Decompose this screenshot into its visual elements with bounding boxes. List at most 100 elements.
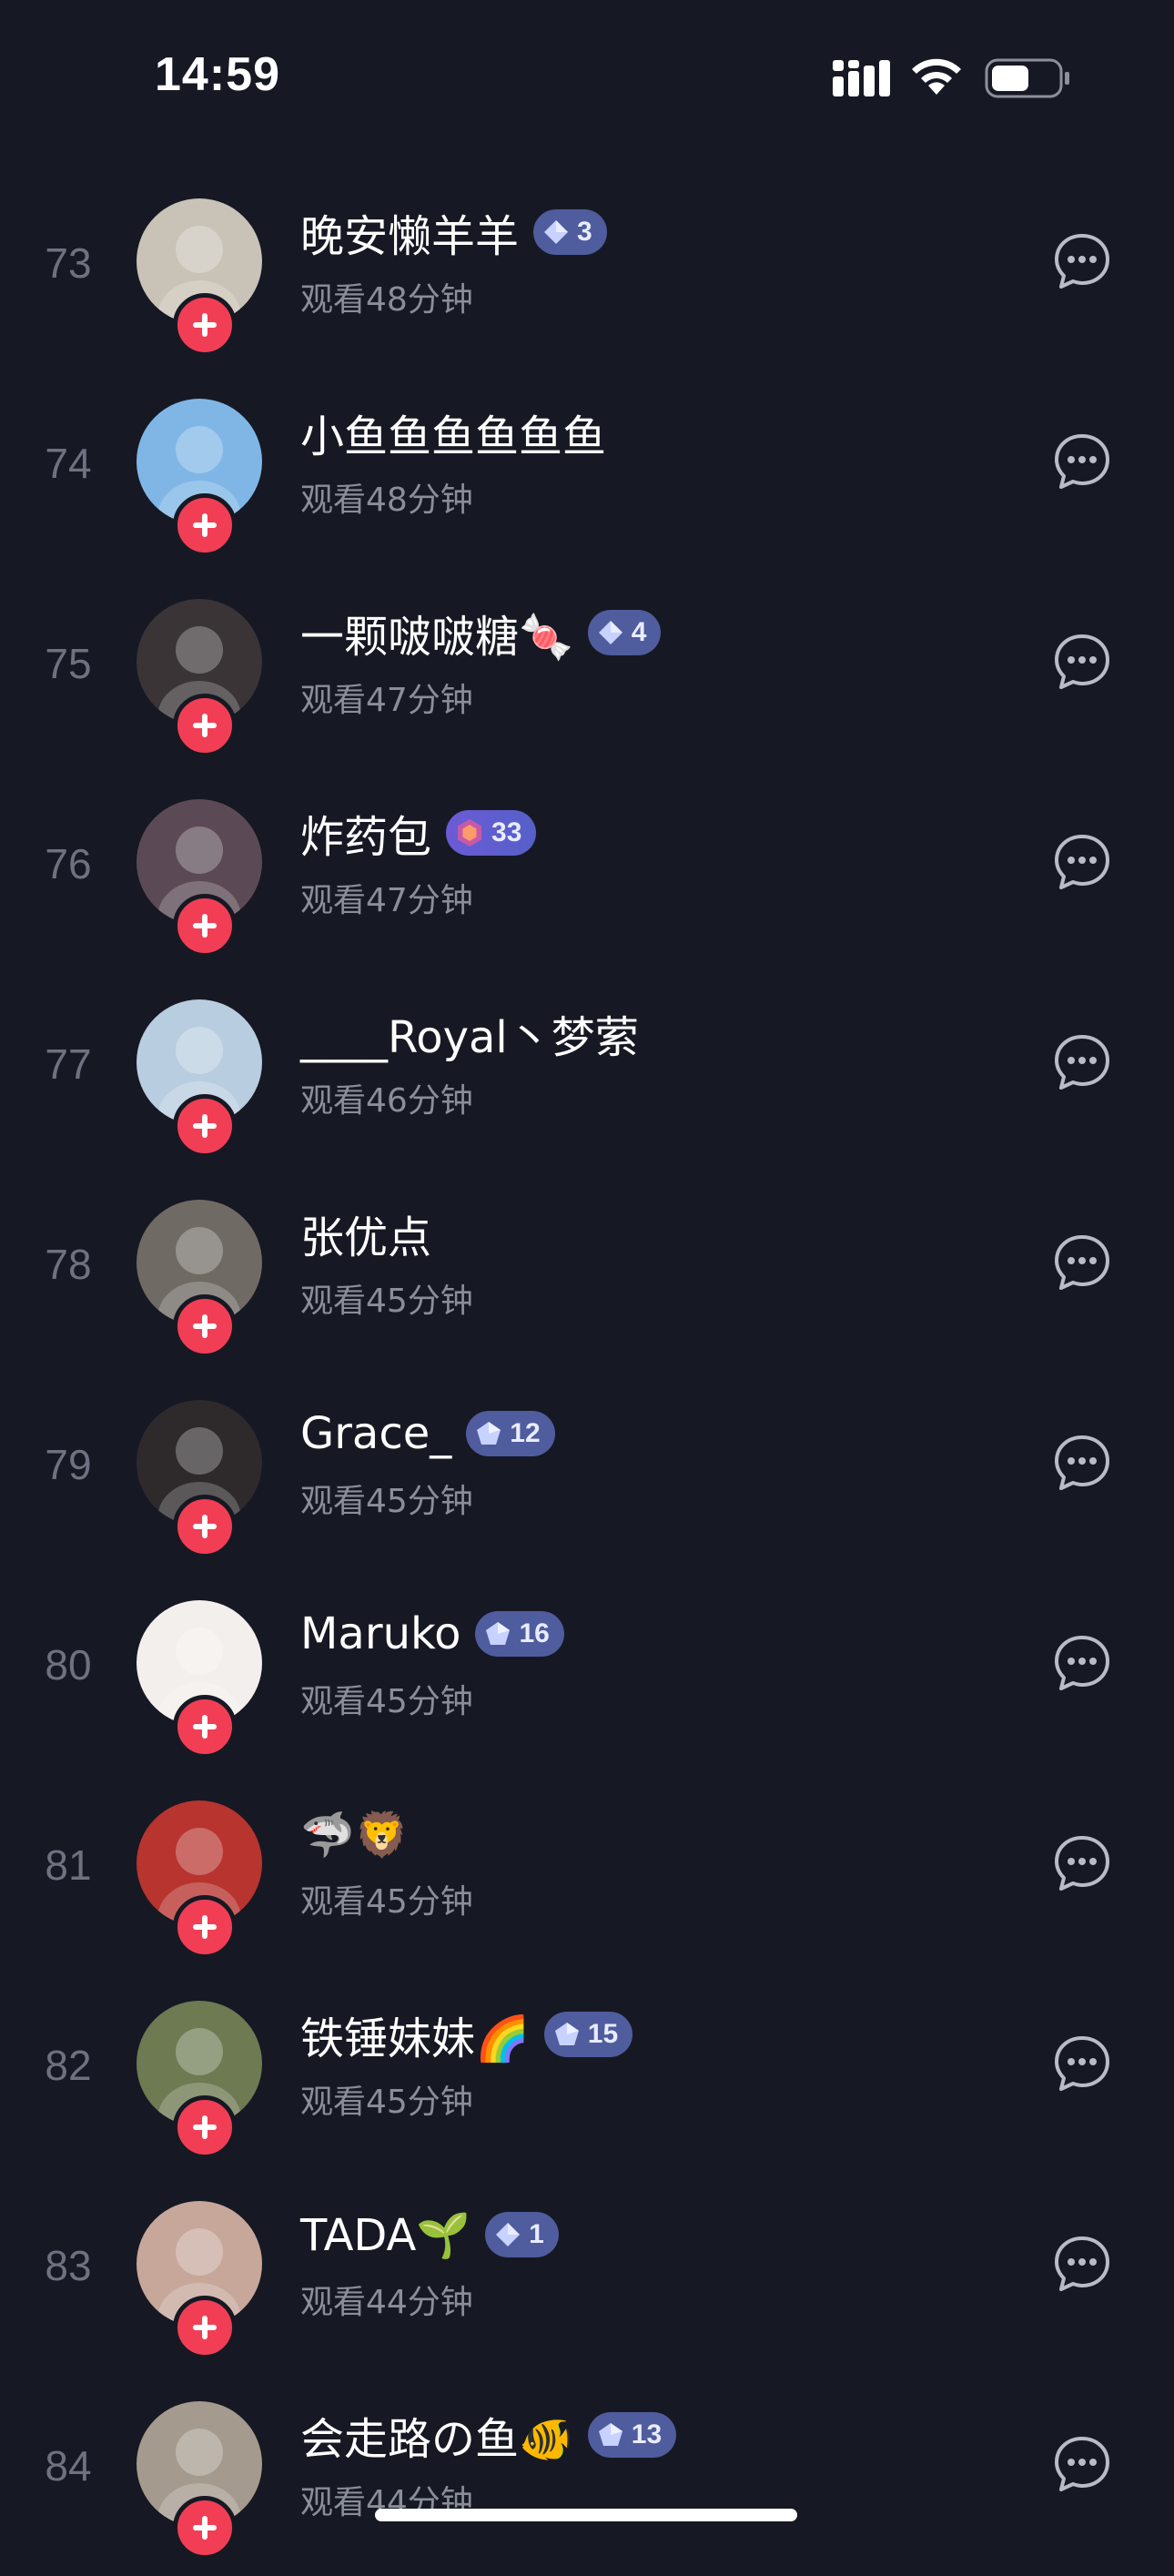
rank-number: 74 <box>45 440 92 487</box>
viewer-row[interactable]: 82 铁锤妹妹🌈 15 观看45分钟 <box>0 1975 1174 2175</box>
message-icon[interactable] <box>1052 1032 1112 1092</box>
status-bar: 14:59 <box>0 0 1174 155</box>
viewer-name[interactable]: Maruko <box>300 1608 460 1659</box>
viewer-name-line: 张优点 <box>300 1202 431 1265</box>
level-badge-number: 16 <box>519 1618 550 1648</box>
rank-number: 82 <box>45 2042 92 2089</box>
viewer-name[interactable]: Grace_ <box>300 1408 451 1459</box>
plus-icon <box>193 1715 217 1739</box>
follow-button[interactable] <box>173 2296 237 2359</box>
watch-duration: 观看48分钟 <box>300 482 473 519</box>
viewer-row[interactable]: 81 🦈🦁 观看45分钟 <box>0 1775 1174 1975</box>
message-icon[interactable] <box>1052 231 1112 291</box>
diamond-badge-icon <box>496 2223 521 2246</box>
viewer-row[interactable]: 84 会走路の鱼🐠 13 观看44分钟 <box>0 2376 1174 2576</box>
viewer-name[interactable]: 小鱼鱼鱼鱼鱼鱼 <box>300 401 606 464</box>
level-badge-number: 12 <box>510 1418 541 1448</box>
plus-icon <box>193 714 217 737</box>
message-icon[interactable] <box>1052 2434 1112 2494</box>
level-badge-number: 33 <box>491 817 522 847</box>
rank-number: 84 <box>45 2442 92 2490</box>
message-icon[interactable] <box>1052 431 1112 492</box>
follow-button[interactable] <box>173 293 237 357</box>
hexagon-badge-icon <box>458 819 482 847</box>
follow-button[interactable] <box>173 1495 237 1558</box>
viewer-row[interactable]: 78 张优点 观看45分钟 <box>0 1174 1174 1374</box>
viewer-name-line: 炸药包 33 <box>300 801 537 865</box>
plus-icon <box>193 2115 217 2139</box>
follow-button[interactable] <box>173 493 237 557</box>
follow-button[interactable] <box>173 1895 237 1959</box>
viewer-name[interactable]: 铁锤妹妹🌈 <box>300 2003 530 2066</box>
viewer-name[interactable]: 一颗啵啵糖🍬 <box>300 601 573 664</box>
viewer-list: 73 晚安懒羊羊 3 观看48分钟 74 小鱼鱼鱼鱼鱼鱼 观看48分钟 75 一… <box>0 173 1174 2576</box>
viewer-name[interactable]: 张优点 <box>300 1202 431 1265</box>
level-badge: 16 <box>475 1611 564 1657</box>
watch-duration: 观看45分钟 <box>300 1283 473 1320</box>
viewer-name[interactable]: 炸药包 <box>300 801 431 865</box>
rank-number: 80 <box>45 1641 92 1689</box>
pentagon-badge-icon <box>486 1622 511 1645</box>
follow-button[interactable] <box>173 2496 237 2560</box>
diamond-badge-icon <box>598 621 622 644</box>
message-icon[interactable] <box>1052 1433 1112 1493</box>
follow-button[interactable] <box>173 694 237 757</box>
viewer-name-line: 会走路の鱼🐠 13 <box>300 2403 677 2467</box>
watch-duration: 观看45分钟 <box>300 2084 473 2121</box>
viewer-row[interactable]: 79 Grace_ 12 观看45分钟 <box>0 1374 1174 1575</box>
pentagon-badge-icon <box>598 2423 622 2446</box>
level-badge: 12 <box>466 1411 555 1456</box>
viewer-name[interactable]: ____Royal丶梦萦 <box>300 1001 639 1065</box>
viewer-row[interactable]: 76 炸药包 33 观看47分钟 <box>0 774 1174 974</box>
watch-duration: 观看45分钟 <box>300 1483 473 1520</box>
rank-number: 75 <box>45 640 92 687</box>
plus-icon <box>193 1915 217 1939</box>
diamond-badge-icon <box>544 220 569 244</box>
follow-button[interactable] <box>173 2095 237 2159</box>
viewer-name[interactable]: 🦈🦁 <box>300 1809 410 1861</box>
message-icon[interactable] <box>1052 2234 1112 2294</box>
message-icon[interactable] <box>1052 1633 1112 1693</box>
viewer-name-line: Grace_ 12 <box>300 1402 555 1465</box>
wifi-icon <box>912 58 961 95</box>
level-badge-number: 15 <box>587 2019 619 2049</box>
follow-button[interactable] <box>173 1294 237 1358</box>
viewer-row[interactable]: 73 晚安懒羊羊 3 观看48分钟 <box>0 173 1174 373</box>
viewer-name-line: Maruko 16 <box>300 1602 564 1666</box>
level-badge: 3 <box>533 209 607 255</box>
level-badge: 1 <box>485 2212 559 2257</box>
follow-button[interactable] <box>173 1695 237 1759</box>
rank-number: 81 <box>45 1841 92 1889</box>
watch-duration: 观看47分钟 <box>300 882 473 919</box>
viewer-row[interactable]: 74 小鱼鱼鱼鱼鱼鱼 观看48分钟 <box>0 373 1174 573</box>
message-icon[interactable] <box>1052 1833 1112 1893</box>
watch-duration: 观看45分钟 <box>300 1883 473 1921</box>
plus-icon <box>193 1515 217 1538</box>
level-badge-number: 4 <box>631 617 647 647</box>
viewer-row[interactable]: 83 TADA🌱 1 观看44分钟 <box>0 2175 1174 2376</box>
follow-button[interactable] <box>173 894 237 958</box>
message-icon[interactable] <box>1052 1232 1112 1293</box>
viewer-row[interactable]: 80 Maruko 16 观看45分钟 <box>0 1575 1174 1775</box>
plus-icon <box>193 2516 217 2540</box>
level-badge-number: 3 <box>577 217 592 247</box>
rank-number: 83 <box>45 2242 92 2289</box>
viewer-name-line: 🦈🦁 <box>300 1802 410 1866</box>
viewer-row[interactable]: 77 ____Royal丶梦萦 观看46分钟 <box>0 974 1174 1174</box>
follow-button[interactable] <box>173 1094 237 1158</box>
rank-number: 76 <box>45 840 92 887</box>
plus-icon <box>193 1314 217 1338</box>
level-badge-number: 1 <box>529 2219 544 2249</box>
viewer-name[interactable]: 会走路の鱼🐠 <box>300 2403 573 2467</box>
viewer-name[interactable]: TADA🌱 <box>300 2209 471 2261</box>
message-icon[interactable] <box>1052 832 1112 892</box>
home-indicator[interactable] <box>375 2509 797 2521</box>
watch-duration: 观看44分钟 <box>300 2284 473 2321</box>
level-badge: 15 <box>543 2012 633 2057</box>
viewer-row[interactable]: 75 一颗啵啵糖🍬 4 观看47分钟 <box>0 573 1174 774</box>
status-time: 14:59 <box>155 48 280 101</box>
message-icon[interactable] <box>1052 2033 1112 2094</box>
message-icon[interactable] <box>1052 632 1112 692</box>
viewer-name[interactable]: 晚安懒羊羊 <box>300 200 519 264</box>
pentagon-badge-icon <box>477 1422 501 1445</box>
